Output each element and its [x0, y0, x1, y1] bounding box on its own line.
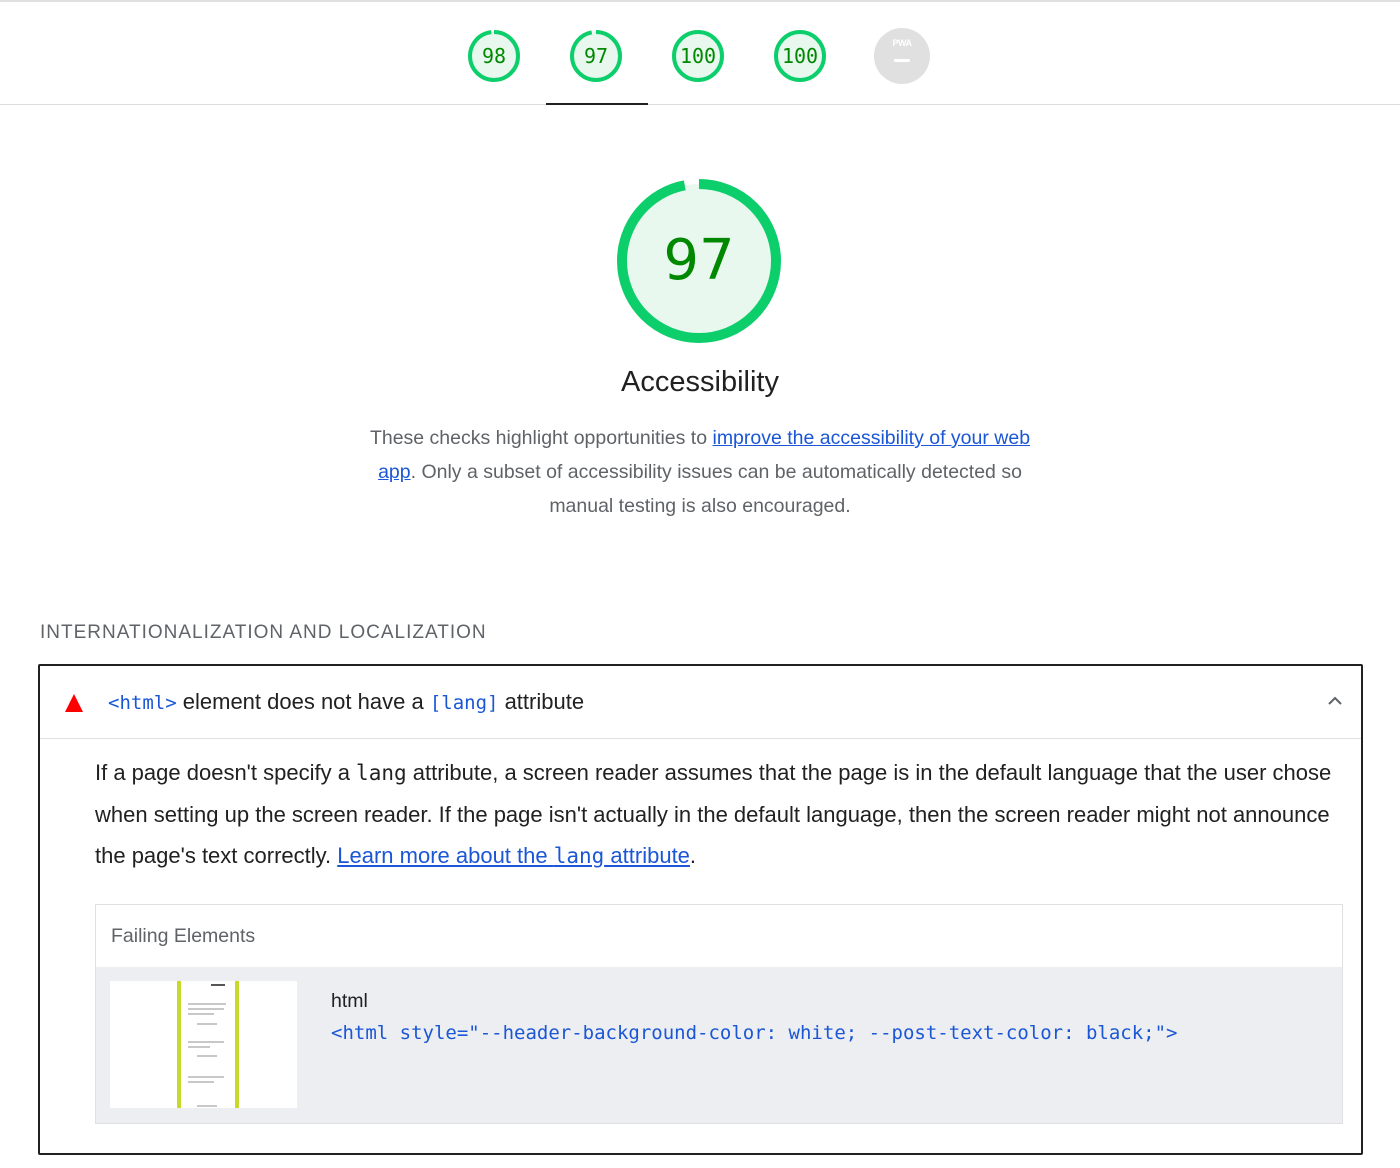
pwa-dash-icon — [894, 59, 910, 62]
audit-title-code-lang: [lang] — [429, 692, 499, 714]
audit-desc-end: . — [689, 843, 697, 868]
category-title: Accessibility — [621, 366, 779, 398]
performance-score: 98 — [481, 44, 507, 68]
best-practices-score: 100 — [679, 44, 717, 68]
details-header-label: Failing Elements — [111, 925, 256, 947]
category-description: These checks highlight opportunities to … — [360, 421, 1040, 523]
pwa-badge-label: PWA — [892, 38, 912, 48]
group-title: INTERNATIONALIZATION AND LOCALIZATION — [40, 622, 487, 643]
tab-best-practices[interactable]: 100 — [648, 2, 750, 104]
failing-elements-table: Failing Elements html <html style="--hea… — [95, 904, 1343, 1124]
accessibility-main-score: 97 — [663, 228, 735, 293]
audit-title: <html> element does not have a [lang] at… — [108, 689, 584, 715]
fail-triangle-icon — [65, 694, 83, 712]
tab-performance[interactable]: 98 — [444, 2, 546, 104]
category-tabs: 98 97 100 100 PWA — [0, 2, 1400, 105]
tab-accessibility[interactable]: 97 — [546, 2, 648, 105]
element-screenshot-thumbnail — [110, 981, 297, 1108]
learn-more-link[interactable]: Learn more about the lang attribute — [337, 843, 690, 868]
tab-seo[interactable]: 100 — [750, 2, 852, 104]
audit-title-text-end: attribute — [498, 689, 585, 714]
details-header: Failing Elements — [96, 905, 1342, 967]
audit-title-text: element does not have a — [176, 689, 430, 714]
audit-html-has-lang: <html> element does not have a [lang] at… — [38, 664, 1363, 1155]
node-label: html — [331, 990, 368, 1012]
accessibility-score: 97 — [583, 44, 609, 68]
audit-description: If a page doesn't specify a lang attribu… — [95, 752, 1345, 877]
learn-more-code: lang — [553, 844, 605, 868]
learn-more-text-end: attribute — [604, 843, 690, 868]
table-row: html <html style="--header-background-co… — [96, 967, 1342, 1123]
tab-pwa[interactable]: PWA — [852, 2, 954, 104]
chevron-up-icon[interactable] — [1325, 691, 1345, 711]
seo-score: 100 — [781, 44, 819, 68]
audit-title-code-html: <html> — [108, 692, 177, 714]
description-text-end: . Only a subset of accessibility issues … — [410, 461, 1022, 517]
description-text-start: These checks highlight opportunities to — [369, 427, 713, 449]
thumbnail-column — [177, 981, 239, 1108]
pwa-badge-icon: PWA — [874, 28, 930, 84]
audit-header[interactable]: <html> element does not have a [lang] at… — [40, 666, 1361, 739]
audit-desc-code: lang — [356, 761, 407, 785]
audit-desc-part-1: If a page doesn't specify a — [95, 760, 357, 785]
learn-more-text: Learn more about the — [337, 843, 554, 868]
node-snippet: <html style="--header-background-color: … — [331, 1022, 1178, 1044]
